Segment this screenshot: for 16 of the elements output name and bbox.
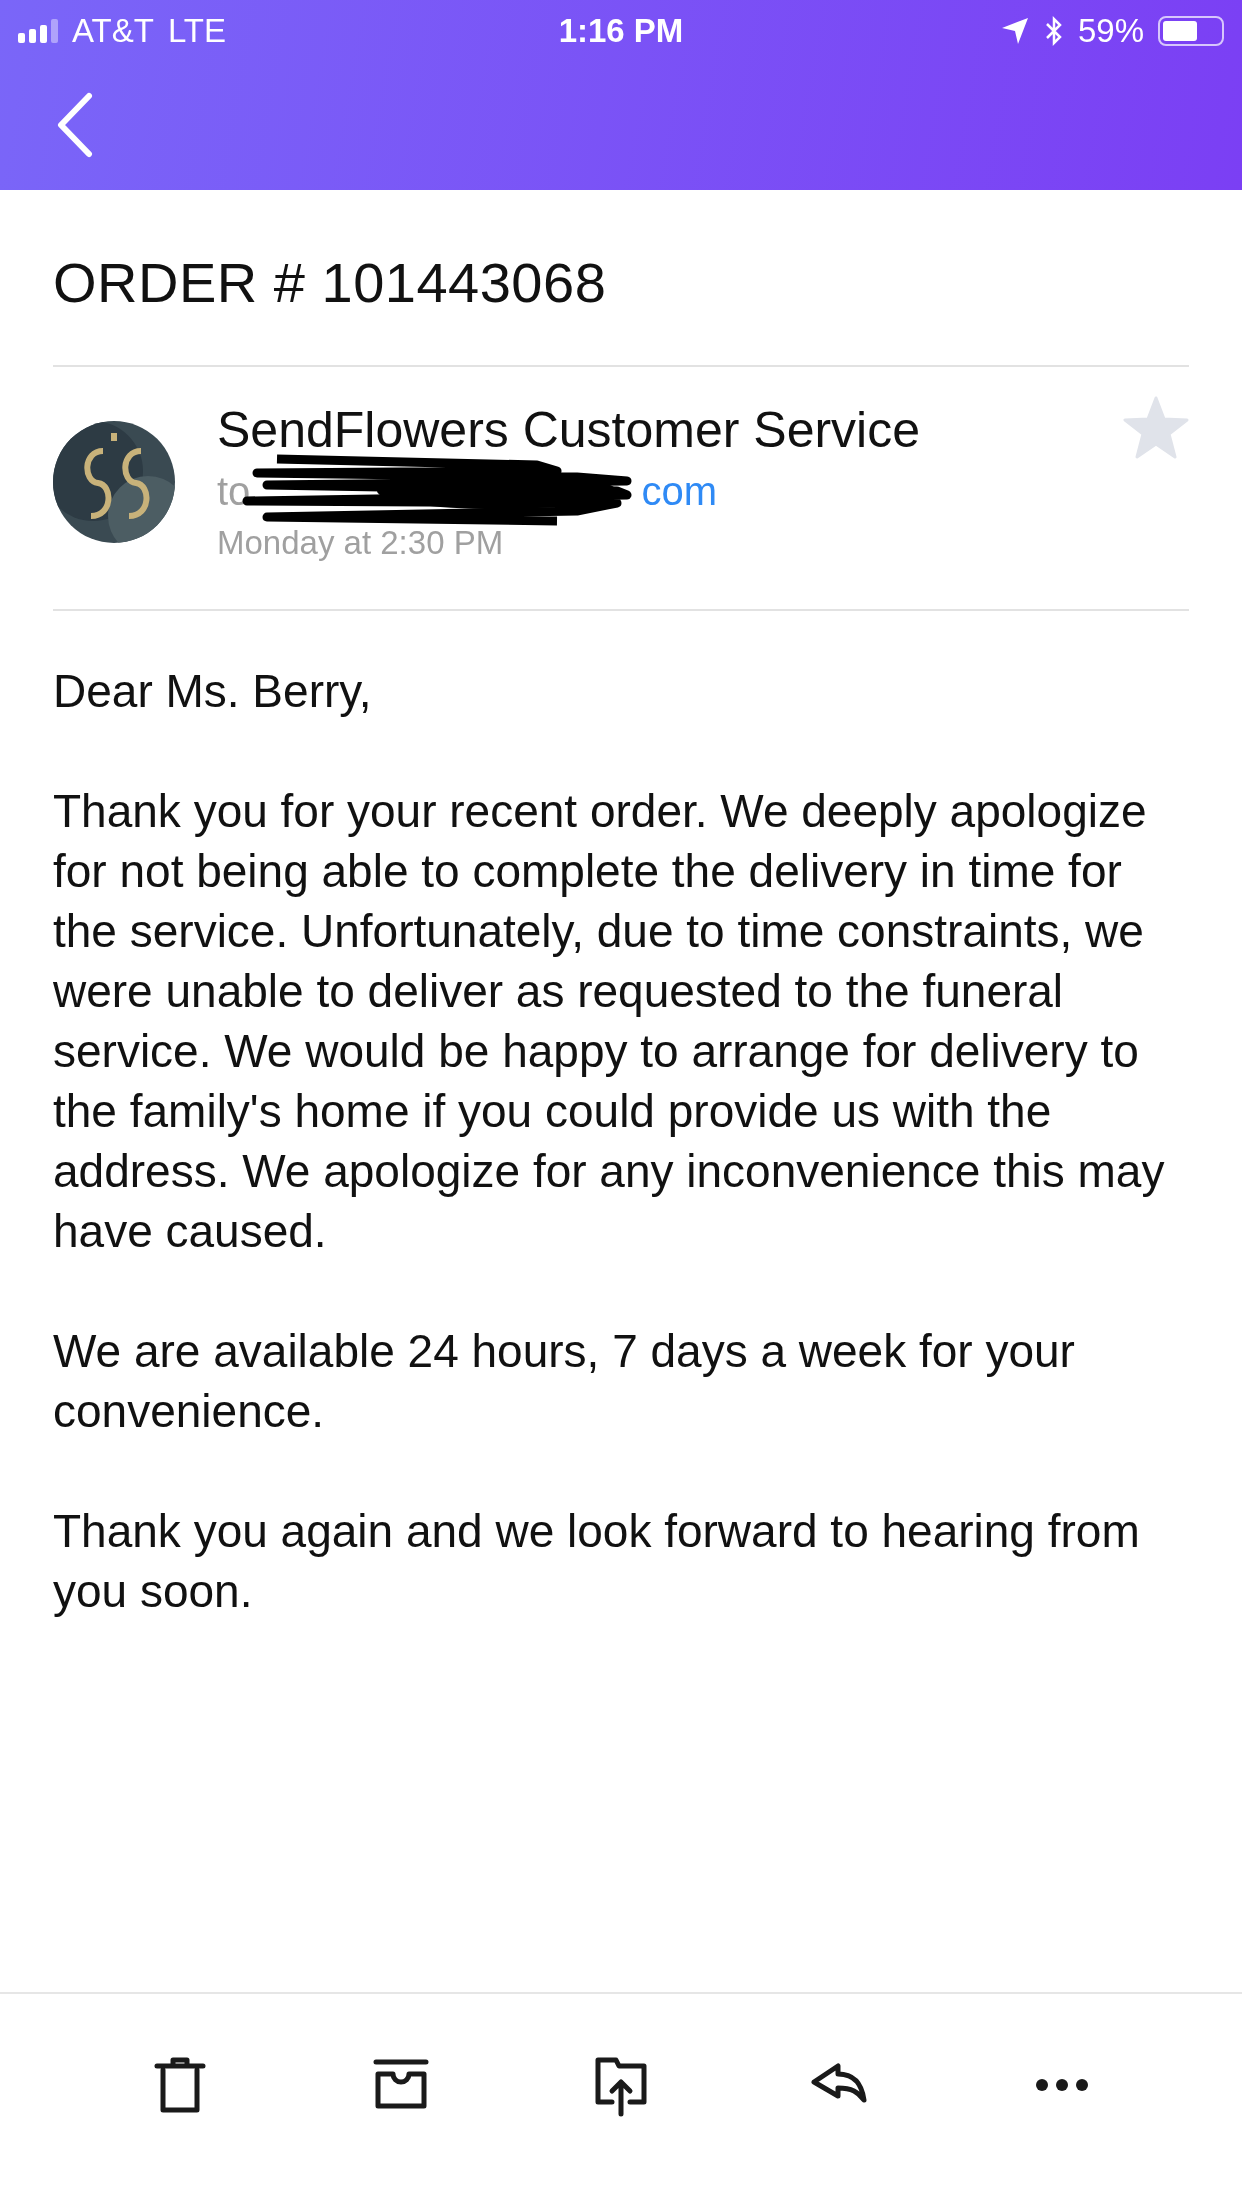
- body-paragraph: Dear Ms. Berry,: [53, 664, 373, 719]
- battery-percent: 59%: [1077, 12, 1144, 50]
- recipient-address[interactable]: com: [641, 468, 717, 514]
- sent-date: Monday at 2:30 PM: [217, 523, 505, 563]
- body-paragraph: Thank you for your recent order. We deeply apologize for not being able to complete the delivery in time for the service. Unfortunately, due to time constraints, we were unable to deliver as requested to the funeral service. We would be happy to arrange for delivery to the family's home if you could provide us with the address. We apologize for any inconvenience this may have caused.: [53, 784, 1166, 1259]
- body-paragraph: Thank you again and we look forward to hearing from you soon.: [53, 1504, 1141, 1619]
- clock: 1:16 PM: [557, 12, 685, 50]
- battery-icon: [1158, 16, 1224, 46]
- carrier-label: AT&T: [72, 12, 154, 50]
- network-label: LTE: [167, 12, 226, 50]
- bluetooth-icon: [1043, 15, 1064, 47]
- sender-name: SendFlowers Customer Service: [217, 401, 922, 460]
- body-paragraph: We are available 24 hours, 7 days a week for your convenience.: [53, 1324, 1076, 1439]
- email-subject: ORDER # 101443068: [53, 250, 608, 316]
- signal-icon: [18, 19, 58, 43]
- star-icon[interactable]: [1123, 395, 1189, 461]
